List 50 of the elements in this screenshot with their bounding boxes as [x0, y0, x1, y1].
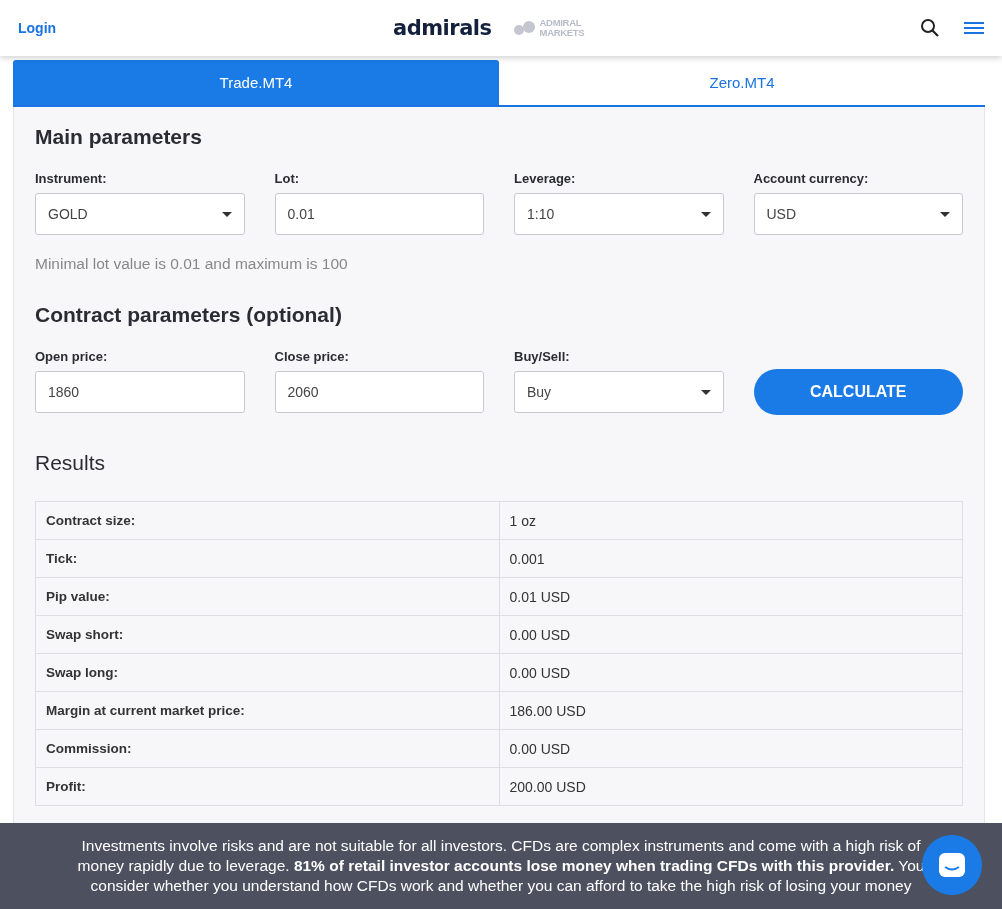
table-cell: 0.00 USD [499, 729, 963, 768]
calculate-button[interactable]: CALCULATE [753, 369, 963, 415]
dropdown[interactable]: 1:10 [514, 193, 724, 235]
table-cell: 186.00 USD [499, 691, 963, 730]
input-field[interactable]: 2060 [274, 371, 484, 413]
table-cell: Pip value: [35, 577, 499, 616]
logo: admirals [393, 16, 492, 40]
banner-text: money rapidly due to leverage. 81% of retail investor accounts lose money when trading CFDs with this provider. You [77, 856, 925, 876]
field-label: Lot: [274, 171, 301, 186]
caret-icon [940, 211, 950, 217]
caret-icon [221, 211, 232, 217]
table-cell: 200.00 USD [499, 767, 963, 806]
table-cell: Swap short: [35, 615, 499, 654]
table-cell: Margin at current market price: [35, 691, 499, 730]
table-cell: Swap long: [35, 653, 499, 692]
field-label: Close price: [274, 349, 350, 364]
table-cell: Tick: [35, 539, 499, 578]
table-cell: Commission: [35, 729, 499, 768]
banner-text: Investments involve risks and are not suitable for all investors. CFDs are complex instruments and come with a high risk of [81, 836, 921, 856]
input-field[interactable]: 1860 [35, 371, 245, 413]
section-title: Results [35, 451, 107, 475]
circles-icon [513, 21, 536, 35]
chat-icon [938, 852, 966, 878]
hint-text: Minimal lot value is 0.01 and maximum is 100 [35, 255, 349, 273]
table-cell: 0.01 USD [499, 577, 963, 616]
table-cell: Profit: [35, 767, 499, 806]
field-label: Instrument: [35, 171, 108, 186]
table-cell: 0.00 USD [499, 653, 963, 692]
search-icon[interactable] [920, 18, 940, 38]
section-title: Main parameters [35, 125, 203, 149]
table-cell: 1 oz [499, 501, 963, 540]
field-label: Leverage: [514, 171, 577, 186]
caret-icon [700, 211, 711, 217]
dropdown[interactable]: GOLD [35, 193, 245, 235]
dropdown[interactable]: Buy [514, 371, 724, 413]
banner-text: consider whether you understand how CFDs work and whether you can afford to take the high risk of losing your money [90, 876, 912, 896]
dropdown[interactable]: USD [753, 193, 963, 235]
caret-icon [700, 389, 711, 395]
menu-icon[interactable] [964, 20, 984, 36]
section-title: Contract parameters (optional) [35, 303, 343, 327]
field-label: Buy/Sell: [514, 349, 571, 364]
sub-logo: ADMIRAL MARKETS [539, 18, 585, 38]
table-cell: Contract size: [35, 501, 499, 540]
field-label: Account currency: [753, 171, 870, 186]
field-label: Open price: [35, 349, 109, 364]
login-link[interactable]: Login [18, 20, 378, 36]
table-cell: 0.001 [499, 539, 963, 578]
table-cell: 0.00 USD [499, 615, 963, 654]
input-field[interactable]: 0.01 [274, 193, 484, 235]
tab[interactable]: Trade.MT4 [13, 60, 499, 105]
